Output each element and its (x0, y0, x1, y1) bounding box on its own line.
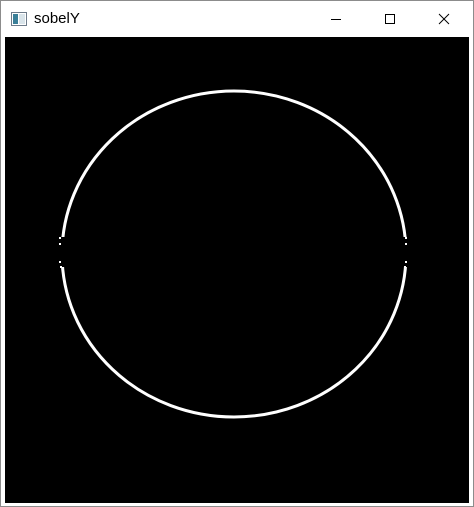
sobely-window: sobelY (0, 0, 474, 507)
window-title: sobelY (34, 10, 80, 27)
close-icon (438, 13, 450, 25)
close-button[interactable] (421, 1, 467, 37)
image-canvas (5, 37, 469, 503)
maximize-icon (385, 14, 395, 24)
sobel-edge-image (5, 37, 469, 503)
minimize-icon (331, 19, 341, 20)
app-window-icon (11, 12, 27, 26)
title-bar[interactable]: sobelY (1, 1, 473, 37)
minimize-button[interactable] (313, 1, 359, 37)
maximize-button[interactable] (367, 1, 413, 37)
